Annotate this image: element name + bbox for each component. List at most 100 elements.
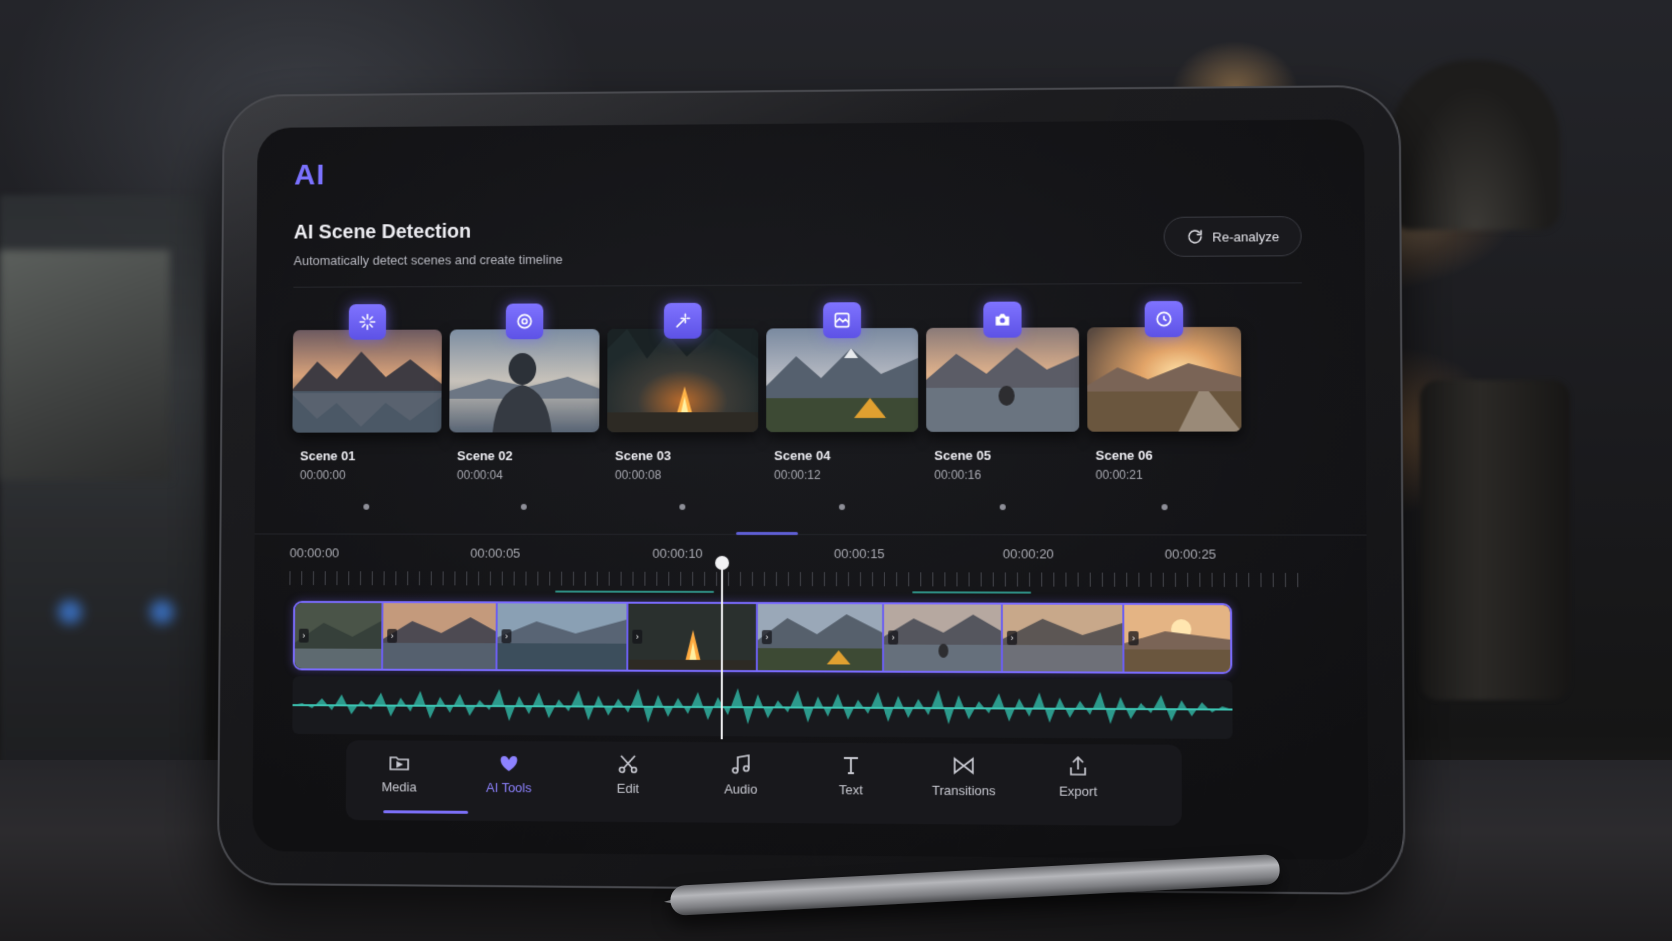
audio-waveform-track[interactable]	[292, 676, 1233, 739]
scene-timestamp: 00:00:16	[934, 467, 982, 482]
ruler-label: 00:00:25	[1164, 546, 1217, 562]
scene-card[interactable]: Scene 03 00:00:08	[607, 302, 759, 510]
toolbar-label: Media	[381, 779, 417, 795]
reanalyze-button[interactable]: Re-analyze	[1163, 216, 1302, 257]
frame-icon	[823, 302, 862, 339]
toolbar-label: Text	[838, 782, 863, 798]
scrub-range	[912, 591, 1032, 594]
scene-timestamp: 00:00:08	[614, 468, 662, 483]
scene-card[interactable]: Scene 04 00:00:12	[766, 302, 919, 511]
scene-thumbnail	[449, 329, 600, 433]
sparkle-icon	[348, 304, 387, 340]
scene-card[interactable]: Scene 01 00:00:00	[292, 304, 442, 510]
clip-handle-icon[interactable]: ›	[888, 630, 899, 645]
ruler-ticks	[289, 571, 1310, 588]
toolbar-text[interactable]: Text	[803, 753, 899, 816]
scene-timestamp: 00:00:04	[456, 468, 503, 483]
toolbar-ai-tools[interactable]: AI Tools	[461, 751, 556, 814]
page-title: AI Scene Detection	[293, 220, 472, 244]
ruler-label: 00:00:10	[652, 545, 703, 561]
clip-handle-icon[interactable]: ›	[501, 629, 512, 644]
timeline-ruler[interactable]: 00:00:00 00:00:05 00:00:10 00:00:15 00:0…	[289, 545, 1310, 597]
clock-icon	[1144, 300, 1184, 338]
scene-name: Scene 01	[300, 448, 356, 464]
toolbar-label: Export	[1059, 783, 1098, 799]
clip-handle-icon[interactable]: ›	[1006, 630, 1018, 645]
playhead-handle[interactable]	[715, 555, 730, 570]
toolbar-label: Transitions	[931, 782, 996, 799]
scene-name: Scene 04	[774, 448, 831, 464]
ai-tools-icon	[500, 756, 518, 772]
timeline-clip[interactable]: ›	[757, 604, 885, 671]
scene-indicator-dot	[999, 504, 1006, 511]
scene-card[interactable]: Scene 06 00:00:21	[1087, 300, 1242, 511]
clip-handle-icon[interactable]: ›	[387, 628, 398, 643]
toolbar-label: Audio	[724, 781, 758, 797]
page-subtitle: Automatically detect scenes and create t…	[293, 251, 563, 269]
active-scene-marker	[736, 531, 798, 536]
video-clip-track[interactable]: › › › › › › › ›	[292, 600, 1233, 675]
scene-name: Scene 02	[456, 448, 513, 464]
scene-list: Scene 01 00:00:00 Scene 02 00:00:04 Scen…	[284, 300, 1283, 523]
scissors-icon	[619, 755, 638, 774]
scene-indicator-dot	[363, 503, 370, 510]
timeline-clip[interactable]: ›	[1124, 604, 1231, 673]
timeline-clip[interactable]: ›	[383, 603, 498, 670]
scene-thumbnail	[926, 327, 1080, 432]
scene-indicator-dot	[679, 503, 686, 510]
scene-thumbnail	[607, 328, 759, 433]
scene-timestamp: 00:00:21	[1095, 467, 1143, 482]
scene-card[interactable]: Scene 02 00:00:04	[449, 303, 600, 510]
scene-thumbnail	[1087, 326, 1242, 432]
media-folder-icon	[387, 750, 411, 774]
app-logo: AI	[294, 158, 326, 192]
header-divider	[293, 282, 1302, 288]
timeline-clip[interactable]: ›	[497, 603, 629, 670]
scene-indicator-dot	[520, 503, 527, 510]
toolbar-media[interactable]: Media	[352, 750, 447, 812]
bottom-toolbar: Media AI Tools Edit Audio Text Transitio…	[345, 740, 1182, 826]
app-screen: AI AI Scene Detection Automatically dete…	[252, 119, 1369, 860]
timeline-clip[interactable]: ›	[884, 604, 1003, 672]
section-divider	[254, 533, 1367, 536]
ruler-label: 00:00:05	[470, 545, 521, 561]
music-note-icon	[729, 752, 753, 776]
scene-thumbnail	[766, 327, 919, 433]
clip-handle-icon[interactable]: ›	[1128, 631, 1139, 646]
ruler-label: 00:00:15	[833, 546, 885, 562]
scene-thumbnail	[292, 329, 442, 433]
clip-handle-icon[interactable]: ›	[761, 630, 772, 645]
scene-name: Scene 06	[1095, 447, 1153, 463]
scene-timestamp: 00:00:12	[774, 468, 821, 483]
refresh-icon	[1186, 228, 1204, 246]
reanalyze-label: Re-analyze	[1212, 228, 1280, 245]
toolbar-export[interactable]: Export	[1029, 754, 1127, 817]
target-icon	[505, 303, 544, 340]
toolbar-transitions[interactable]: Transitions	[915, 753, 1012, 816]
active-tool-indicator	[383, 810, 469, 814]
magic-icon	[663, 302, 702, 339]
timeline-clip[interactable]: ›	[1002, 604, 1125, 672]
scrub-range	[555, 590, 715, 593]
toolbar-label: AI Tools	[485, 779, 532, 796]
scene-indicator-dot	[1161, 504, 1168, 511]
tablet-device: AI AI Scene Detection Automatically dete…	[216, 84, 1406, 895]
scene-name: Scene 05	[934, 447, 991, 463]
background-monitor-image	[0, 250, 170, 480]
timeline-clip[interactable]: ›	[628, 603, 758, 671]
background-jar	[1420, 380, 1570, 700]
clip-handle-icon[interactable]: ›	[632, 629, 643, 644]
background-lamp	[1390, 60, 1560, 230]
toolbar-audio[interactable]: Audio	[693, 752, 789, 815]
camera-icon	[983, 301, 1022, 338]
export-icon	[1066, 754, 1090, 778]
toolbar-edit[interactable]: Edit	[580, 751, 676, 814]
background-light	[150, 600, 174, 624]
clip-handle-icon[interactable]: ›	[298, 628, 309, 643]
toolbar-label: Edit	[616, 780, 640, 796]
timeline-clip[interactable]: ›	[294, 602, 384, 669]
playhead[interactable]	[720, 562, 724, 740]
scene-timestamp: 00:00:00	[299, 468, 346, 483]
background-light	[58, 600, 82, 624]
scene-card[interactable]: Scene 05 00:00:16	[926, 301, 1080, 511]
